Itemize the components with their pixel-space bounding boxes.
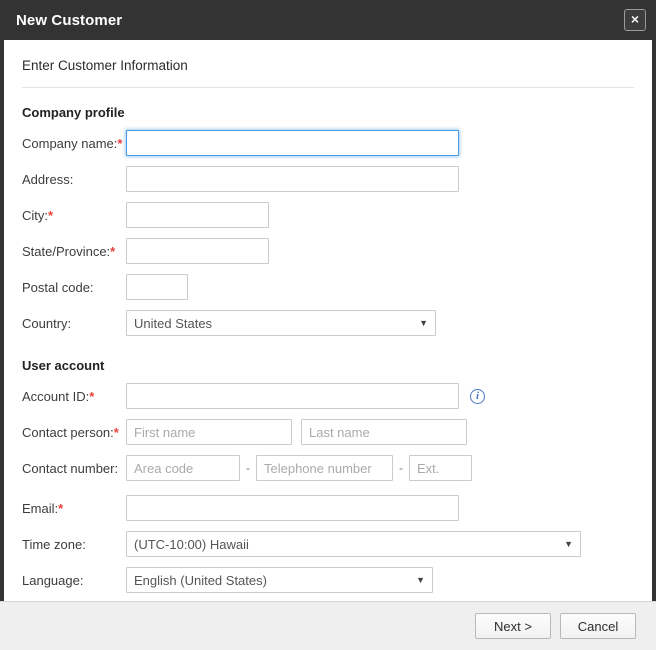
state-province-input[interactable]	[126, 238, 269, 264]
chevron-down-icon: ▼	[564, 538, 573, 549]
required-marker: *	[58, 500, 64, 516]
cancel-button[interactable]: Cancel	[560, 613, 636, 639]
dialog-footer: Next > Cancel	[0, 601, 656, 650]
account-id-input[interactable]	[126, 383, 459, 409]
city-input[interactable]	[126, 202, 269, 228]
label-company-name: Company name:*	[22, 136, 126, 151]
field-row-contact-number: Contact number: - -	[4, 455, 652, 481]
label-city-text: City:	[22, 207, 48, 223]
required-marker: *	[110, 243, 116, 259]
close-icon[interactable]: ×	[624, 9, 646, 31]
field-row-company-name: Company name:*	[4, 130, 652, 156]
field-row-state-province: State/Province:*	[4, 238, 652, 264]
company-name-input[interactable]	[126, 130, 459, 156]
label-country: Country:	[22, 316, 126, 331]
label-postal-code: Postal code:	[22, 280, 126, 295]
label-address-text: Address:	[22, 171, 74, 187]
label-address: Address:	[22, 172, 126, 187]
time-zone-select-value: (UTC-10:00) Hawaii	[134, 536, 249, 552]
next-button[interactable]: Next >	[475, 613, 551, 639]
field-row-contact-person: Contact person:*	[4, 419, 652, 445]
postal-code-input[interactable]	[126, 274, 188, 300]
label-postal-code-text: Postal code:	[22, 279, 94, 295]
label-contact-number-text: Contact number:	[22, 460, 119, 476]
telephone-number-input[interactable]	[256, 455, 393, 481]
field-row-language: Language: English (United States) ▼	[4, 567, 652, 593]
dialog-body: Enter Customer Information Company profi…	[4, 40, 652, 601]
label-language: Language:	[22, 573, 126, 588]
label-language-text: Language:	[22, 572, 84, 588]
label-contact-person-text: Contact person:	[22, 424, 114, 440]
info-icon[interactable]: i	[470, 388, 485, 404]
field-row-city: City:*	[4, 202, 652, 228]
dialog-titlebar: New Customer ×	[0, 0, 656, 40]
phone-separator-dash: -	[246, 461, 250, 475]
email-input[interactable]	[126, 495, 459, 521]
dialog-title: New Customer	[16, 11, 123, 29]
form-intro-text: Enter Customer Information	[22, 58, 188, 73]
label-state-province-text: State/Province:	[22, 243, 111, 259]
label-email-text: Email:	[22, 500, 59, 516]
field-row-email: Email:*	[4, 495, 652, 521]
label-contact-number: Contact number:	[22, 461, 126, 476]
label-time-zone: Time zone:	[22, 537, 126, 552]
first-name-input[interactable]	[126, 419, 292, 445]
label-company-name-text: Company name:	[22, 135, 118, 151]
address-input[interactable]	[126, 166, 459, 192]
field-row-postal-code: Postal code:	[4, 274, 652, 300]
label-account-id-text: Account ID:	[22, 388, 90, 404]
chevron-down-icon: ▼	[416, 574, 425, 585]
label-time-zone-text: Time zone:	[22, 536, 86, 552]
label-country-text: Country:	[22, 315, 72, 331]
new-customer-dialog: New Customer × Enter Customer Informatio…	[0, 0, 656, 650]
last-name-input[interactable]	[301, 419, 467, 445]
extension-input[interactable]	[409, 455, 472, 481]
intro-divider	[22, 87, 634, 88]
field-row-account-id: Account ID:* i	[4, 383, 652, 409]
required-marker: *	[113, 424, 119, 440]
country-select[interactable]: United States ▼	[126, 310, 436, 336]
required-marker: *	[117, 135, 123, 151]
section-heading-user-account: User account	[22, 358, 105, 373]
phone-separator-dash: -	[399, 461, 403, 475]
field-row-address: Address:	[4, 166, 652, 192]
field-row-country: Country: United States ▼	[4, 310, 652, 336]
label-contact-person: Contact person:*	[22, 425, 126, 440]
field-row-time-zone: Time zone: (UTC-10:00) Hawaii ▼	[4, 531, 652, 557]
language-select-value: English (United States)	[134, 572, 267, 588]
required-marker: *	[48, 207, 54, 223]
label-email: Email:*	[22, 501, 126, 516]
label-state-province: State/Province:*	[22, 244, 126, 259]
country-select-value: United States	[134, 315, 213, 331]
chevron-down-icon: ▼	[419, 317, 428, 328]
section-heading-company-profile: Company profile	[22, 105, 125, 120]
time-zone-select[interactable]: (UTC-10:00) Hawaii ▼	[126, 531, 581, 557]
language-select[interactable]: English (United States) ▼	[126, 567, 433, 593]
area-code-input[interactable]	[126, 455, 240, 481]
required-marker: *	[89, 388, 95, 404]
label-city: City:*	[22, 208, 126, 223]
label-account-id: Account ID:*	[22, 389, 126, 404]
